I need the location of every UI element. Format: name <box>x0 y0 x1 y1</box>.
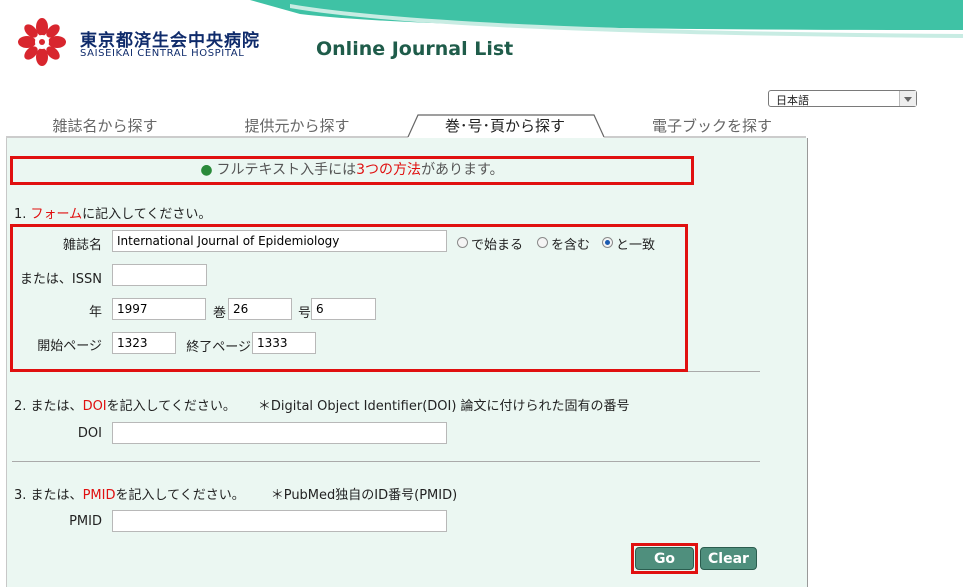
match-starts-radio[interactable] <box>457 237 468 248</box>
end-page-input[interactable]: 1333 <box>252 332 316 354</box>
notice-text: ● フルテキスト入手には3つの方法があります。 <box>200 162 504 178</box>
issue-label: 号 <box>297 306 311 321</box>
match-exact-label: と一致 <box>616 238 656 253</box>
end-page-label: 終了ページ <box>186 340 251 355</box>
notice-box: ● フルテキスト入手には3つの方法があります。 <box>10 156 694 185</box>
start-page-input[interactable]: 1323 <box>112 332 176 354</box>
divider <box>688 371 760 372</box>
section2-heading: 2. または、DOIを記入してください。 ＊Digital Object Iden… <box>14 399 630 414</box>
start-page-label: 開始ページ <box>37 339 102 354</box>
language-selected: 日本語 <box>776 94 809 107</box>
match-starts-label: で始まる <box>471 238 524 253</box>
doi-label: DOI <box>77 426 102 441</box>
match-contains-label: を含む <box>551 238 591 253</box>
journal-name-input[interactable]: International Journal of Epidemiology <box>112 230 447 252</box>
site-title: Online Journal List <box>316 38 514 60</box>
section3-heading: 3. または、PMIDを記入してください。 ＊PubMed独自のID番号(PMID… <box>14 488 458 503</box>
hospital-name-en: SAISEIKAI CENTRAL HOSPITAL <box>80 48 245 59</box>
issn-label: または、ISSN <box>19 272 102 287</box>
chevron-down-icon[interactable] <box>899 91 916 106</box>
go-button[interactable]: Go <box>635 547 694 570</box>
match-contains-radio[interactable] <box>537 237 548 248</box>
saiseikai-emblem-icon <box>18 18 66 66</box>
volume-label: 巻 <box>212 306 226 321</box>
doi-input[interactable] <box>112 422 447 444</box>
language-select[interactable]: 日本語 <box>768 90 917 107</box>
pmid-label: PMID <box>69 514 102 529</box>
clear-button[interactable]: Clear <box>700 547 757 570</box>
divider <box>12 461 760 462</box>
issue-input[interactable]: 6 <box>311 298 376 320</box>
volume-input[interactable]: 26 <box>228 298 292 320</box>
bullet-icon: ● <box>200 162 213 178</box>
journal-name-label: 雑誌名 <box>62 238 102 253</box>
pmid-input[interactable] <box>112 510 447 532</box>
year-input[interactable]: 1997 <box>112 298 206 320</box>
year-label: 年 <box>88 305 102 320</box>
section1-heading: 1. フォームに記入してください。 <box>14 207 212 222</box>
issn-input[interactable] <box>112 264 207 286</box>
tab-outline <box>6 114 806 138</box>
match-exact-radio[interactable] <box>602 237 613 248</box>
